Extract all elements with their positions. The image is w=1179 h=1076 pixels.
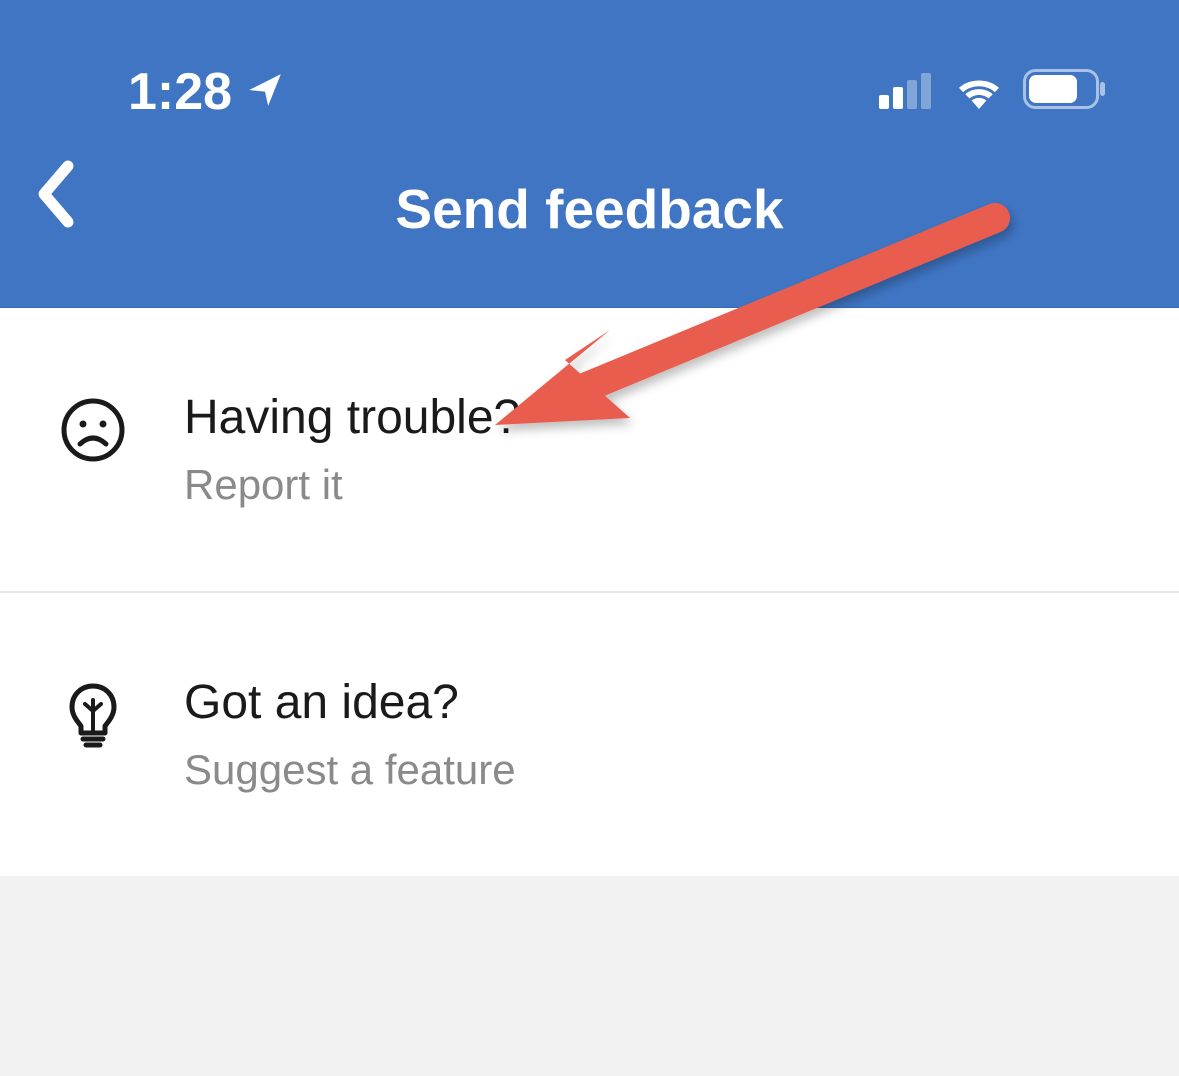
option-subtitle: Report it	[184, 461, 520, 509]
option-subtitle: Suggest a feature	[184, 746, 516, 794]
battery-icon	[1023, 62, 1107, 122]
back-button[interactable]	[36, 160, 76, 233]
sad-face-icon	[60, 398, 126, 462]
page-title: Send feedback	[40, 177, 1139, 241]
option-title: Having trouble?	[184, 390, 520, 445]
option-title: Got an idea?	[184, 675, 516, 730]
cellular-signal-icon	[879, 62, 935, 122]
feedback-options: Having trouble? Report it Got an idea? S…	[0, 308, 1179, 876]
option-text: Having trouble? Report it	[184, 390, 520, 509]
app-header: 1:28	[0, 0, 1179, 308]
option-report-trouble[interactable]: Having trouble? Report it	[0, 308, 1179, 593]
option-text: Got an idea? Suggest a feature	[184, 675, 516, 794]
status-bar: 1:28	[0, 0, 1179, 122]
nav-bar: Send feedback	[0, 122, 1179, 241]
status-left: 1:28	[128, 62, 284, 122]
status-right	[879, 62, 1107, 122]
option-suggest-feature[interactable]: Got an idea? Suggest a feature	[0, 593, 1179, 876]
chevron-left-icon	[36, 160, 76, 228]
status-time: 1:28	[128, 62, 232, 122]
lightbulb-icon	[60, 683, 126, 749]
empty-area	[0, 876, 1179, 1076]
wifi-icon	[953, 62, 1005, 122]
location-icon	[246, 62, 284, 122]
